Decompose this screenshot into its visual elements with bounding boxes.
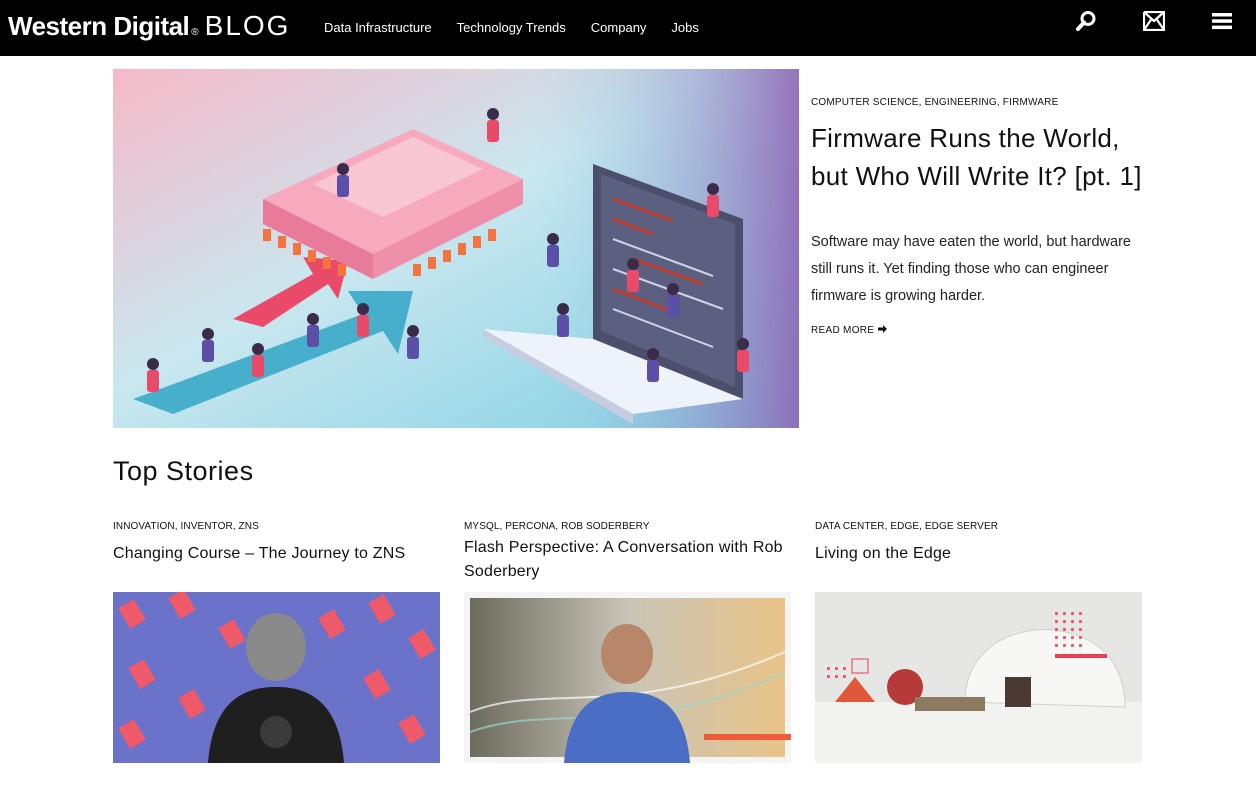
- hero-title[interactable]: Firmware Runs the World, but Who Will Wr…: [811, 119, 1151, 195]
- arrow-right-icon: [878, 325, 888, 336]
- header-actions: [1052, 0, 1256, 56]
- site-header: Western Digital ® BLOG Data Infrastructu…: [0, 0, 1256, 56]
- story-title[interactable]: Flash Perspective: A Conversation with R…: [464, 536, 791, 584]
- story-tags[interactable]: MYSQL, PERCONA, ROB SODERBERY: [464, 521, 791, 532]
- hero-excerpt: Software may have eaten the world, but h…: [811, 234, 1131, 304]
- brand-name: Western Digital: [8, 11, 190, 41]
- story-card: INNOVATION, INVENTOR, ZNS Changing Cours…: [113, 521, 440, 763]
- story-image[interactable]: [815, 592, 1142, 763]
- main-nav: Data Infrastructure Technology Trends Co…: [312, 0, 711, 56]
- story-title[interactable]: Changing Course – The Journey to ZNS: [113, 542, 440, 566]
- story-title[interactable]: Living on the Edge: [815, 542, 1142, 566]
- nav-company[interactable]: Company: [578, 0, 659, 56]
- story-tags[interactable]: DATA CENTER, EDGE, EDGE SERVER: [815, 521, 1142, 532]
- hero-tags[interactable]: COMPUTER SCIENCE, ENGINEERING, FIRMWARE: [811, 97, 1151, 108]
- nav-data-infrastructure[interactable]: Data Infrastructure: [312, 0, 444, 56]
- read-more-link[interactable]: READ MORE: [811, 325, 888, 336]
- brand-section: BLOG: [204, 10, 291, 41]
- hero-image[interactable]: [113, 69, 799, 428]
- nav-jobs[interactable]: Jobs: [659, 0, 711, 56]
- hero-article: COMPUTER SCIENCE, ENGINEERING, FIRMWARE …: [811, 97, 1151, 338]
- menu-icon[interactable]: [1188, 0, 1256, 42]
- story-card: DATA CENTER, EDGE, EDGE SERVER Living on…: [815, 521, 1142, 763]
- story-image[interactable]: [113, 592, 440, 763]
- site-logo[interactable]: Western Digital ® BLOG: [8, 8, 290, 44]
- story-card: MYSQL, PERCONA, ROB SODERBERY Flash Pers…: [464, 521, 791, 763]
- story-image[interactable]: [464, 592, 791, 763]
- mail-icon[interactable]: [1120, 0, 1188, 42]
- brand-dot: ®: [191, 27, 199, 38]
- read-more-label: READ MORE: [811, 325, 875, 336]
- nav-technology-trends[interactable]: Technology Trends: [444, 0, 578, 56]
- top-stories-title: Top Stories: [113, 456, 254, 486]
- story-tags[interactable]: INNOVATION, INVENTOR, ZNS: [113, 521, 440, 532]
- search-icon[interactable]: [1052, 0, 1120, 42]
